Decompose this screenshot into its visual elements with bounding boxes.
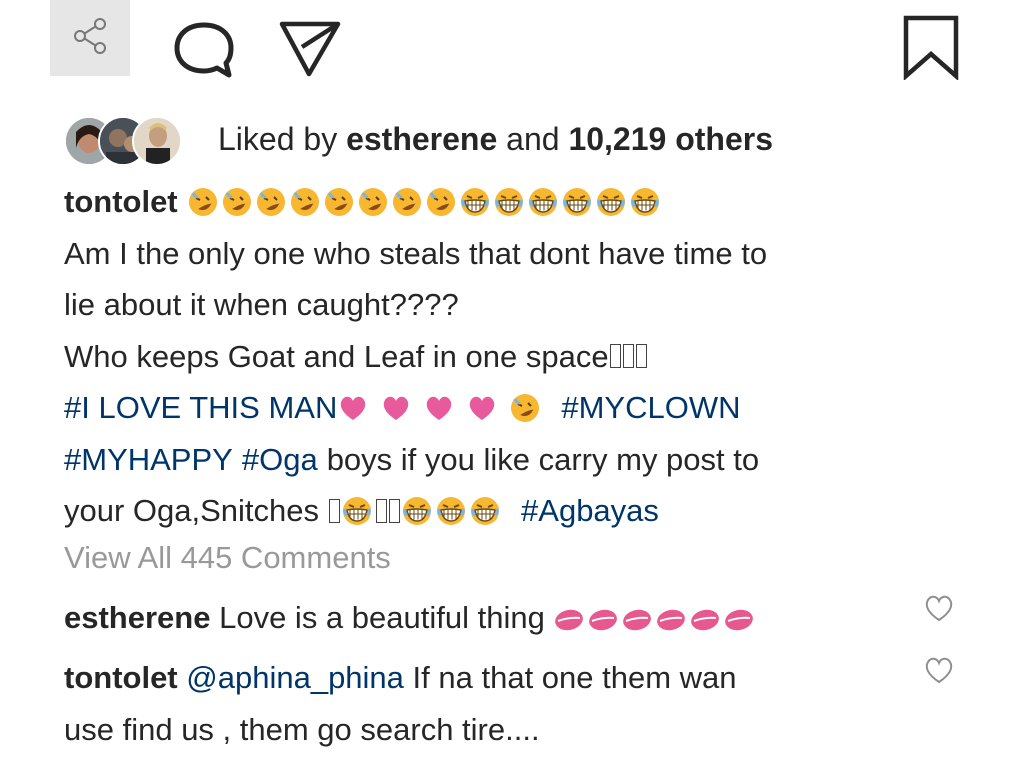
tears-of-joy-emoji: [629, 186, 661, 218]
liked-by-text: Liked by estherene and 10,219 others: [218, 121, 773, 158]
liker-username[interactable]: estherene: [346, 121, 497, 157]
share-send-button[interactable]: [274, 14, 344, 84]
avatar: [132, 116, 182, 166]
tears-of-joy-emoji: [527, 186, 559, 218]
hashtag-link[interactable]: #I LOVE THIS MAN: [64, 382, 337, 434]
comment-row: tontolet @aphina_phina If na that one th…: [64, 652, 914, 756]
tears-of-joy-emoji: [561, 186, 593, 218]
missing-glyph-box: [609, 344, 621, 369]
caption-line: your Oga,Snitches #Agbayas: [64, 485, 984, 537]
caption-line: tontolet: [64, 176, 984, 228]
tears-of-joy-emoji: [341, 495, 373, 527]
like-comment-button[interactable]: [922, 654, 956, 686]
missing-glyph-box: [376, 498, 388, 523]
hashtag-link[interactable]: #Oga: [242, 434, 318, 486]
caption-text: lie about it when caught????: [64, 287, 459, 322]
caption-line: Am I the only one who steals that dont h…: [64, 228, 984, 280]
share-button[interactable]: [50, 0, 130, 76]
rolling-laughing-emoji: [187, 186, 219, 218]
kiss-mark-emoji: [587, 604, 619, 636]
caption-line: Who keeps Goat and Leaf in one space: [64, 331, 984, 383]
comment-username[interactable]: tontolet: [64, 660, 178, 695]
tears-of-joy-emoji: [459, 186, 491, 218]
tears-of-joy-emoji: [435, 495, 467, 527]
caption-username[interactable]: tontolet: [64, 176, 178, 228]
liker-avatars: [64, 114, 204, 166]
rolling-laughing-emoji: [391, 186, 423, 218]
kiss-mark-emoji: [621, 604, 653, 636]
paper-plane-icon: [276, 14, 342, 85]
comment-text: Love is a beautiful thing: [219, 600, 545, 635]
heart-outline-icon: [922, 657, 956, 690]
likes-summary[interactable]: Liked by estherene and 10,219 others: [64, 114, 773, 166]
missing-glyph-box: [389, 498, 401, 523]
comment-row: estherene Love is a beautiful thing: [64, 592, 914, 644]
rolling-laughing-emoji: [425, 186, 457, 218]
post-action-bar: [0, 0, 1024, 100]
kiss-mark-emoji: [553, 604, 585, 636]
missing-glyph-box: [635, 344, 647, 369]
caption-line: #MYHAPPY #Oga boys if you like carry my …: [64, 434, 984, 486]
missing-glyph-box: [622, 344, 634, 369]
comment-text: use find us , them go search tire....: [64, 712, 540, 747]
heart-outline-icon: [922, 595, 956, 628]
caption-text: Am I the only one who steals that dont h…: [64, 235, 768, 271]
tears-of-joy-emoji: [493, 186, 525, 218]
likes-count[interactable]: 10,219 others: [568, 121, 773, 157]
comment-button[interactable]: [168, 22, 240, 82]
missing-glyph-box: [329, 498, 341, 523]
heart-emoji: [380, 392, 412, 424]
comment-username[interactable]: estherene: [64, 600, 210, 635]
liked-by-connector: and: [506, 120, 560, 157]
comment-bubble-icon: [171, 21, 237, 84]
liked-by-prefix: Liked by: [218, 120, 338, 157]
hashtag-link[interactable]: #Agbayas: [521, 485, 659, 537]
rolling-laughing-emoji: [289, 186, 321, 218]
comment-text: If na that one them wan: [412, 660, 737, 695]
kiss-mark-emoji: [723, 604, 755, 636]
save-button[interactable]: [898, 14, 964, 84]
caption-text: Who keeps Goat and Leaf in one space: [64, 338, 609, 374]
rolling-laughing-emoji: [221, 186, 253, 218]
rolling-laughing-emoji: [357, 186, 389, 218]
kiss-mark-emoji: [655, 604, 687, 636]
kiss-mark-emoji: [689, 604, 721, 636]
heart-emoji: [423, 392, 455, 424]
rolling-laughing-emoji: [255, 186, 287, 218]
tears-of-joy-emoji: [595, 186, 627, 218]
heart-emoji: [337, 392, 369, 424]
rolling-laughing-emoji: [323, 186, 355, 218]
caption-line: lie about it when caught????: [64, 279, 984, 331]
share-icon: [68, 14, 112, 63]
bookmark-icon: [900, 14, 962, 85]
caption-line: #I LOVE THIS MAN #MYCLOWN: [64, 382, 984, 434]
hashtag-link[interactable]: #MYHAPPY: [64, 434, 233, 486]
tears-of-joy-emoji: [401, 495, 433, 527]
caption-text: your Oga,Snitches: [64, 493, 320, 528]
heart-emoji: [466, 392, 498, 424]
caption-text: boys if you like carry my post to: [326, 441, 760, 477]
rolling-laughing-emoji: [509, 392, 541, 424]
like-comment-button[interactable]: [922, 592, 956, 624]
hashtag-link[interactable]: #MYCLOWN: [561, 382, 740, 434]
post-caption: tontolet Am I the only one who steals th…: [64, 176, 984, 537]
mention-link[interactable]: @aphina_phina: [186, 660, 404, 695]
view-all-comments-link[interactable]: View All 445 Comments: [64, 540, 391, 576]
tears-of-joy-emoji: [469, 495, 501, 527]
